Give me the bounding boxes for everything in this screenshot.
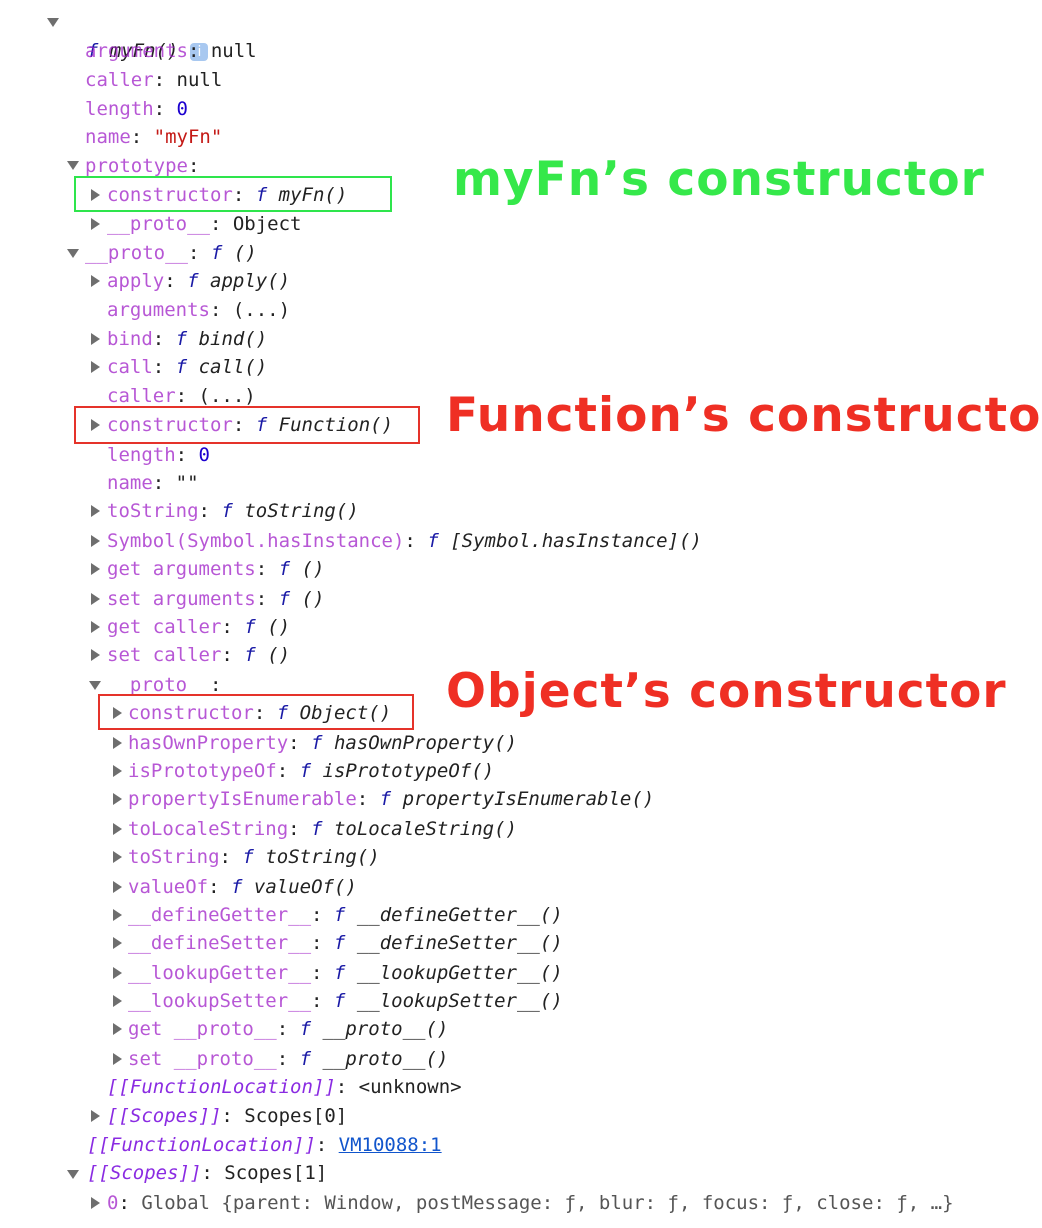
prop-name: name: "myFn" [85,126,223,148]
prop-name-2: name: "" [107,472,199,494]
highlight-function-constructor [74,406,420,444]
collapse-arrow-icon[interactable] [91,218,100,230]
prop-prototype-proto[interactable]: __proto__: Object [107,210,301,238]
collapse-arrow-icon[interactable] [113,737,122,749]
prop-definegetter[interactable]: __defineGetter__: f __defineGetter__() [128,901,563,929]
collapse-arrow-icon[interactable] [91,333,100,345]
collapse-arrow-icon[interactable] [91,1197,100,1209]
collapse-arrow-icon[interactable] [91,593,100,605]
collapse-arrow-icon[interactable] [91,649,100,661]
expand-arrow-icon[interactable] [67,161,79,170]
highlight-myfn-constructor [74,176,392,212]
source-link[interactable]: VM10088:1 [339,1134,442,1156]
prop-isprototypeof[interactable]: isPrototypeOf: f isPrototypeOf() [128,757,494,785]
expand-arrow-icon[interactable] [89,681,101,690]
prop-symbol-hasinstance[interactable]: Symbol(Symbol.hasInstance): f [Symbol.ha… [107,527,702,555]
tree-root[interactable]: f myFn() i [64,9,209,62]
prop-arguments-accessor[interactable]: arguments: (...) [107,296,290,324]
prop-set-proto[interactable]: set __proto__: f __proto__() [128,1045,448,1073]
collapse-arrow-icon[interactable] [91,621,100,633]
annotation-myfn-constructor: myFn’s constructor [453,152,985,207]
prop-tostring[interactable]: toString: f toString() [107,497,359,525]
collapse-arrow-icon[interactable] [113,909,122,921]
collapse-arrow-icon[interactable] [91,505,100,517]
prop-lookupgetter[interactable]: __lookupGetter__: f __lookupGetter__() [128,959,563,987]
prop-hasownproperty[interactable]: hasOwnProperty: f hasOwnProperty() [128,729,517,757]
prop-global-scope[interactable]: 0: Global {parent: Window, postMessage: … [107,1189,954,1217]
expand-arrow-icon[interactable] [47,18,59,27]
collapse-arrow-icon[interactable] [113,765,122,777]
prop-apply[interactable]: apply: f apply() [107,267,290,295]
prop-caller: caller: null [85,69,223,91]
collapse-arrow-icon[interactable] [91,535,100,547]
collapse-arrow-icon[interactable] [113,881,122,893]
prop-get-caller[interactable]: get caller: f () [107,613,290,641]
collapse-arrow-icon[interactable] [113,1053,122,1065]
prop-length: length: 0 [85,98,188,120]
annotation-function-constructor: Function’s constructor [446,388,1042,443]
prop-lookupsetter[interactable]: __lookupSetter__: f __lookupSetter__() [128,987,563,1015]
prop-valueof[interactable]: valueOf: f valueOf() [128,873,357,901]
prop-get-proto[interactable]: get __proto__: f __proto__() [128,1015,448,1043]
prop-tolocalestring[interactable]: toLocaleString: f toLocaleString() [128,815,517,843]
collapse-arrow-icon[interactable] [113,995,122,1007]
prop-set-caller[interactable]: set caller: f () [107,641,290,669]
collapse-arrow-icon[interactable] [91,563,100,575]
highlight-object-constructor [98,694,414,730]
prop-arguments: arguments: null [85,40,257,62]
prop-scopes-inner[interactable]: [[Scopes]]: Scopes[0] [107,1102,347,1130]
prop-scopes[interactable]: [[Scopes]]: Scopes[1] [87,1159,327,1187]
annotation-object-constructor: Object’s constructor [446,664,1007,719]
expand-arrow-icon[interactable] [67,249,79,258]
prop-get-arguments[interactable]: get arguments: f () [107,555,324,583]
prop-tostring-object[interactable]: toString: f toString() [128,843,380,871]
collapse-arrow-icon[interactable] [113,823,122,835]
collapse-arrow-icon[interactable] [113,937,122,949]
prop-call[interactable]: call: f call() [107,353,267,381]
prop-propertyisenumerable[interactable]: propertyIsEnumerable: f propertyIsEnumer… [128,785,654,813]
collapse-arrow-icon[interactable] [91,275,100,287]
prop-function-proto[interactable]: __proto__: f () [85,239,257,267]
prop-set-arguments[interactable]: set arguments: f () [107,585,324,613]
collapse-arrow-icon[interactable] [113,1023,122,1035]
collapse-arrow-icon[interactable] [113,793,122,805]
prop-definesetter[interactable]: __defineSetter__: f __defineSetter__() [128,929,563,957]
collapse-arrow-icon[interactable] [113,851,122,863]
prop-function-location: [[FunctionLocation]]: VM10088:1 [87,1134,442,1156]
collapse-arrow-icon[interactable] [91,1110,100,1122]
prop-length-2: length: 0 [107,444,210,466]
prop-function-location-inner: [[FunctionLocation]]: <unknown> [107,1076,462,1098]
expand-arrow-icon[interactable] [67,1170,79,1179]
collapse-arrow-icon[interactable] [91,361,100,373]
prop-bind[interactable]: bind: f bind() [107,325,267,353]
collapse-arrow-icon[interactable] [113,967,122,979]
